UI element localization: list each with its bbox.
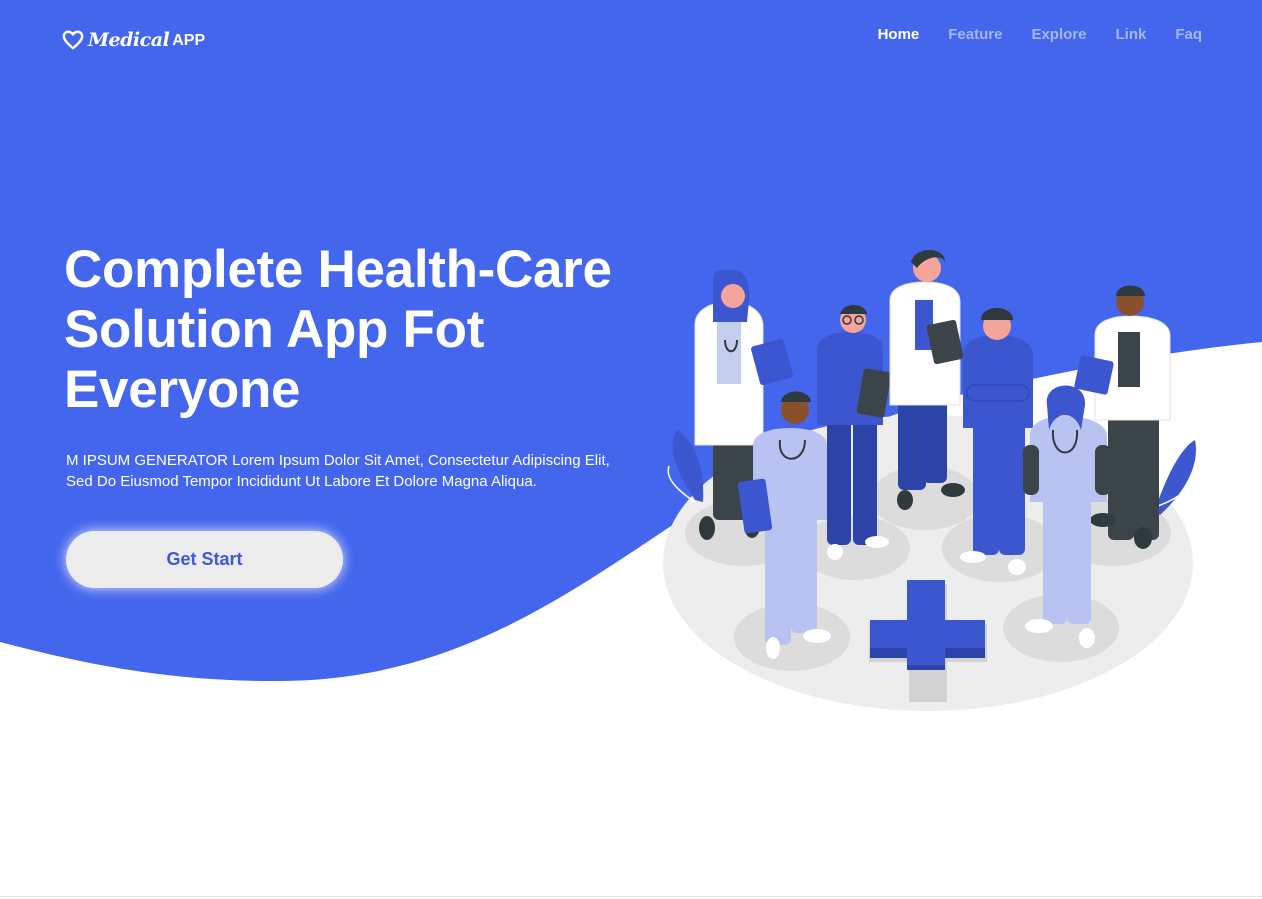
medical-team-illustration [663, 250, 1196, 711]
hero-description: M IPSUM GENERATOR Lorem Ipsum Dolor Sit … [66, 452, 610, 490]
logo-app-text: APP [172, 32, 206, 49]
app-logo[interactable]: Medical APP [62, 27, 205, 53]
nav-explore[interactable]: Explore [1031, 26, 1086, 43]
nav-link[interactable]: Link [1115, 26, 1146, 43]
heart-icon [62, 30, 84, 50]
page-divider [0, 896, 1262, 897]
logo-brand-text: Medical [88, 29, 170, 51]
nav-feature[interactable]: Feature [948, 26, 1002, 43]
nav-home[interactable]: Home [878, 26, 920, 43]
get-start-button[interactable]: Get Start [66, 531, 343, 588]
nav-faq[interactable]: Faq [1175, 26, 1202, 43]
hero-title: Complete Health-Care Solution App Fot Ev… [64, 240, 612, 419]
main-nav: Home Feature Explore Link Faq [878, 26, 1202, 43]
